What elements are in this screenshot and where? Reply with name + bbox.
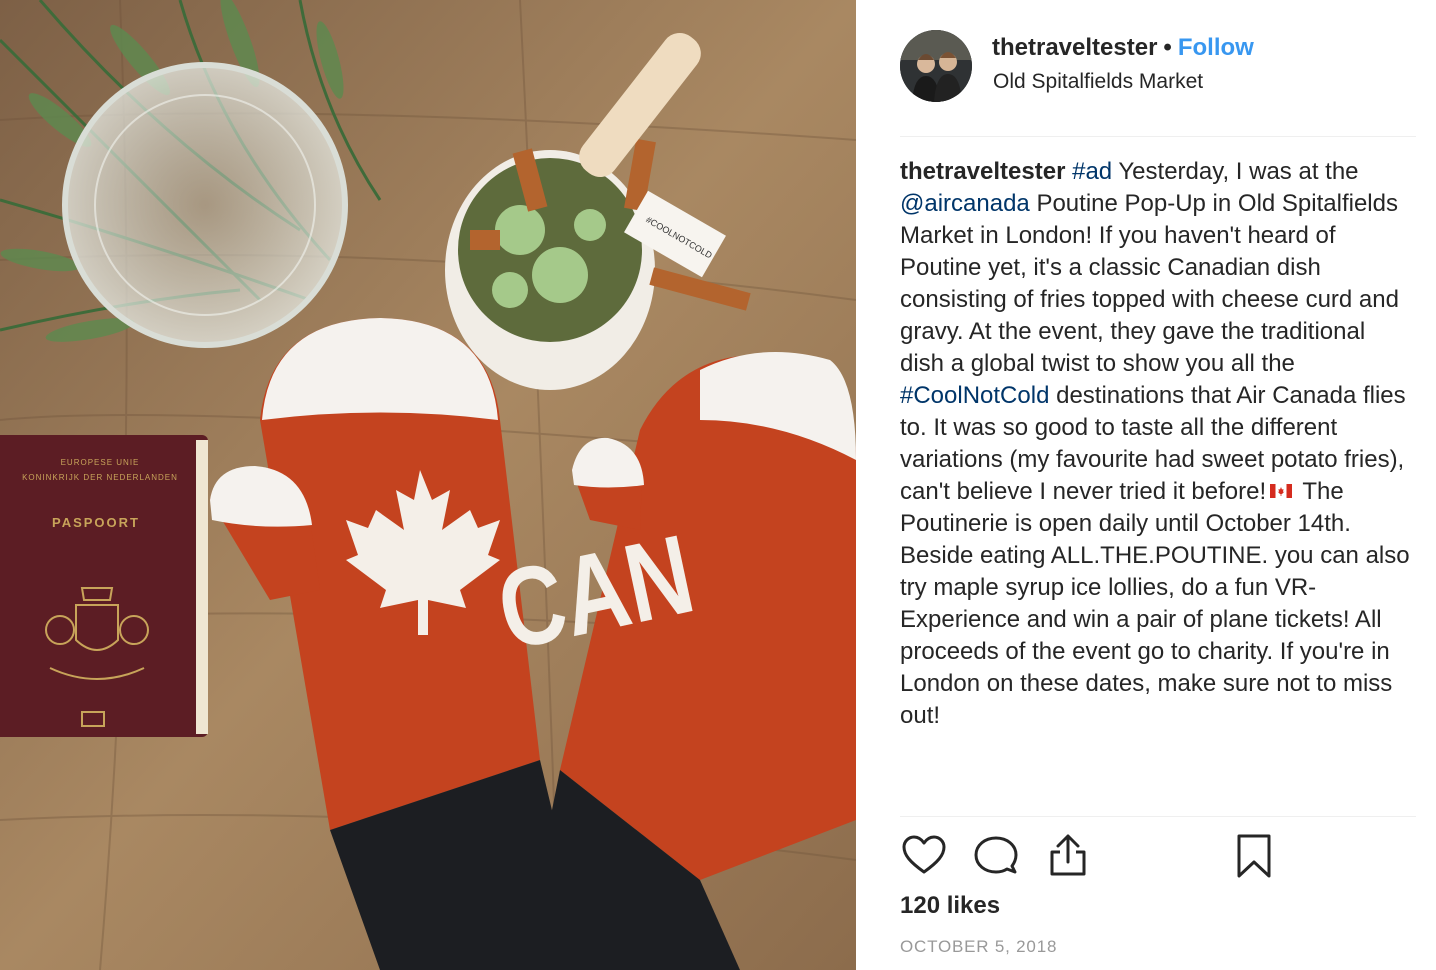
passport: EUROPESE UNIE KONINKRIJK DER NEDERLANDEN… (0, 435, 208, 737)
post-header: thetraveltester • Follow Old Spitalfields … (856, 0, 1436, 135)
like-button[interactable] (900, 832, 948, 880)
passport-title: PASPOORT (52, 515, 140, 530)
hashtag-ad[interactable]: #ad (1072, 158, 1112, 185)
post-photo[interactable]: #COOLNOTCOLD EUROPESE UNIE KONINKRIJK DE… (0, 0, 856, 970)
heart-icon (902, 835, 946, 874)
mention-aircanada[interactable]: @aircanada (900, 190, 1030, 217)
canada-flag-icon (1270, 484, 1293, 498)
comment-button[interactable] (972, 832, 1020, 880)
header-user-line: thetraveltester • Follow (992, 34, 1254, 62)
caption-text-1: Yesterday, I was at the (1112, 158, 1359, 185)
hashtag-coolnotcold[interactable]: #CoolNotCold (900, 382, 1049, 409)
share-icon (1050, 834, 1086, 876)
passport-line1: EUROPESE UNIE (61, 458, 140, 467)
caption-username[interactable]: thetraveltester (900, 158, 1065, 185)
glass-bowl (62, 62, 348, 348)
caption-divider (900, 816, 1416, 817)
header-divider (900, 136, 1416, 137)
post-caption: thetraveltester #ad Yesterday, I was at … (900, 156, 1410, 732)
share-button[interactable] (1044, 832, 1092, 880)
avatar[interactable] (900, 30, 972, 102)
passport-line2: KONINKRIJK DER NEDERLANDEN (22, 473, 178, 482)
bookmark-button[interactable] (1230, 832, 1278, 880)
caption-text-2: Poutine Pop-Up in Old Spitalfields Marke… (900, 190, 1399, 377)
likes-count[interactable]: 120 likes (900, 892, 1000, 920)
instagram-post: #COOLNOTCOLD EUROPESE UNIE KONINKRIJK DE… (0, 0, 1436, 970)
follow-button[interactable]: Follow (1178, 34, 1254, 61)
caption-text-4: The Poutinerie is open daily until Octob… (900, 478, 1410, 729)
separator-dot: • (1163, 34, 1172, 61)
bookmark-icon (1237, 834, 1271, 878)
avatar-image (900, 30, 972, 102)
post-date[interactable]: OCTOBER 5, 2018 (900, 937, 1057, 957)
header-username[interactable]: thetraveltester (992, 34, 1157, 61)
post-location[interactable]: Old Spitalfields Market (993, 70, 1203, 94)
action-bar (900, 832, 1420, 880)
comment-icon (974, 836, 1018, 874)
post-side-panel: thetraveltester • Follow Old Spitalfields … (856, 0, 1436, 970)
photo-illustration: #COOLNOTCOLD EUROPESE UNIE KONINKRIJK DE… (0, 0, 856, 970)
